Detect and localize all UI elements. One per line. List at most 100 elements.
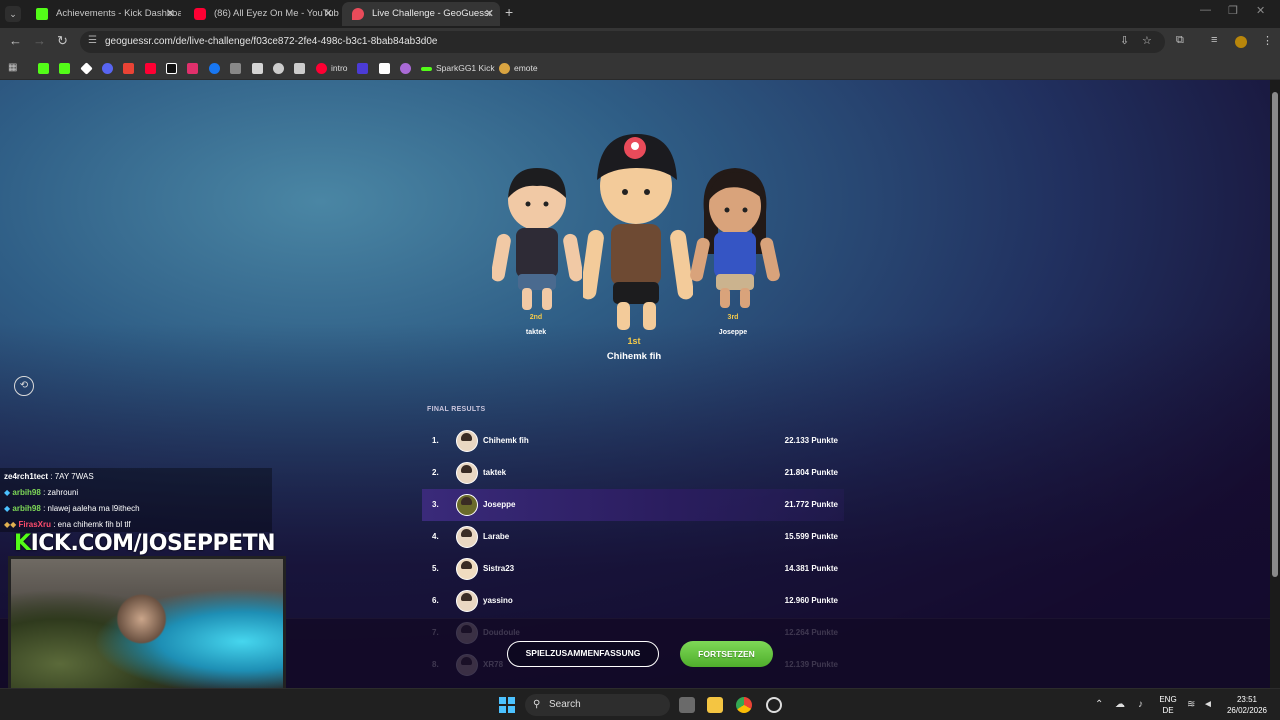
bookmark-item[interactable] — [252, 61, 267, 75]
bookmark-item[interactable] — [230, 61, 245, 75]
result-row-highlighted[interactable]: 3. Joseppe 21.772 Punkte — [422, 489, 844, 521]
second-rank: 2nd — [529, 314, 543, 321]
continue-button[interactable]: FORTSETZEN — [680, 641, 773, 667]
youtube-icon — [145, 63, 156, 75]
geoguessr-favicon-icon — [352, 8, 364, 20]
windows-start-icon[interactable] — [499, 697, 515, 713]
bookmark-item[interactable] — [357, 61, 372, 75]
tab-geoguessr[interactable]: Live Challenge - GeoGuessr ✕ — [342, 2, 500, 26]
site-info-icon[interactable]: ☰ — [88, 35, 97, 46]
bookmark-item[interactable] — [400, 61, 415, 75]
chrome-icon[interactable] — [736, 697, 752, 713]
result-row[interactable]: 2. taktek 21.804 Punkte — [422, 457, 844, 489]
language-top: ENG — [1159, 695, 1177, 704]
bookmark-item[interactable] — [80, 61, 96, 75]
player-avatar — [456, 654, 478, 676]
obs-icon[interactable] — [766, 697, 782, 713]
player-name: taktek — [483, 468, 507, 477]
bookmark-item[interactable] — [123, 61, 138, 75]
maximize-button[interactable]: ❐ — [1228, 4, 1238, 17]
player-points: 15.599 Punkte — [784, 532, 838, 541]
chat-text: : zahrouni — [40, 488, 79, 497]
bookmark-item[interactable] — [187, 61, 202, 75]
back-arrow-icon[interactable]: ← — [9, 33, 22, 48]
page-scrollbar[interactable] — [1270, 80, 1280, 688]
game-summary-button[interactable]: SPIELZUSAMMENFASSUNG — [507, 641, 659, 667]
player-name: yassino — [483, 596, 513, 605]
tab-youtube[interactable]: (86) All Eyez On Me - YouTube ✕ — [184, 2, 339, 26]
language-bottom: DE — [1162, 706, 1174, 715]
taskbar-search[interactable]: ⚲ Search — [525, 694, 670, 716]
bookmarks-bar: ▦ intro SparkGG1 Kick emote — [0, 56, 1280, 80]
bookmark-emote[interactable]: emote — [499, 61, 538, 75]
apps-grid-icon[interactable]: ▦ — [8, 61, 17, 75]
result-row[interactable]: 6. yassino 12.960 Punkte — [422, 585, 844, 617]
tray-overflow-icon[interactable]: ⌃ — [1095, 699, 1103, 710]
bookmark-item[interactable] — [145, 61, 160, 75]
close-tab-icon[interactable]: ✕ — [324, 2, 333, 26]
browser-toolbar: ← → ↻ ☰ geoguessr.com/de/live-challenge/… — [0, 28, 1280, 56]
chat-username: ze4rch1tect — [4, 472, 49, 481]
close-tab-icon[interactable]: ✕ — [485, 2, 494, 26]
search-placeholder: Search — [549, 699, 581, 710]
clock-date: 26/02/2026 — [1226, 706, 1268, 715]
bookmark-item[interactable] — [209, 61, 224, 75]
bookmark-item[interactable] — [166, 61, 181, 75]
bookmark-item[interactable] — [59, 61, 74, 75]
bookmark-item[interactable] — [38, 61, 53, 75]
kick-icon — [421, 66, 432, 71]
bookmark-label: emote — [514, 63, 538, 73]
file-explorer-icon[interactable] — [707, 697, 723, 713]
player-avatar — [456, 462, 478, 484]
volume-icon[interactable]: ◄ — [1203, 699, 1213, 710]
player-points: 14.381 Punkte — [784, 564, 838, 573]
new-tab-button[interactable]: + — [505, 4, 513, 20]
third-place-avatar — [690, 168, 780, 308]
more-menu-icon[interactable]: ⋮ — [1262, 34, 1273, 47]
task-view-icon[interactable] — [679, 697, 695, 713]
bookmark-item[interactable] — [294, 61, 309, 75]
cloud-icon[interactable]: ☁ — [1115, 699, 1125, 710]
reload-icon[interactable]: ↻ — [57, 33, 68, 49]
bookmark-star-icon[interactable]: ☆ — [1142, 34, 1152, 47]
chat-message: ◆ arbih98 : zahrouni — [4, 488, 78, 497]
result-row[interactable]: 5. Sistra23 14.381 Punkte — [422, 553, 844, 585]
result-row[interactable]: 1. Chihemk fih 22.133 Punkte — [422, 425, 844, 457]
profile-avatar[interactable] — [1235, 36, 1247, 48]
reaction-icon[interactable]: ⟲ — [14, 376, 34, 396]
clock[interactable]: 23:51 26/02/2026 — [1222, 694, 1272, 716]
bookmark-item[interactable] — [273, 61, 288, 75]
scrollbar-thumb[interactable] — [1272, 92, 1278, 577]
install-app-icon[interactable]: ⇩ — [1120, 34, 1129, 47]
minimize-button[interactable]: — — [1200, 4, 1211, 16]
language-indicator[interactable]: ENG DE — [1156, 694, 1180, 716]
forward-arrow-icon[interactable]: → — [33, 33, 46, 48]
result-row[interactable]: 4. Larabe 15.599 Punkte — [422, 521, 844, 553]
kick-channel-banner: KICK.COM/JOSEPPETN — [14, 531, 276, 556]
kick-icon — [38, 63, 49, 75]
address-bar[interactable]: ☰ geoguessr.com/de/live-challenge/f03ce8… — [80, 31, 1165, 53]
bookmark-sparkgg1-kick[interactable]: SparkGG1 Kick — [421, 61, 495, 75]
microphone-icon[interactable]: ♪ — [1138, 699, 1143, 710]
extensions-icon[interactable]: ⧉ — [1176, 34, 1184, 47]
tab-search-button[interactable]: ⌄ — [5, 6, 21, 22]
chat-message: ◆◆ FirasXru : ena chihemk fih bl tlf — [4, 520, 131, 529]
bookmark-label: SparkGG1 Kick — [436, 63, 495, 73]
reading-list-icon[interactable]: ≡ — [1211, 34, 1217, 46]
chat-username: FirasXru — [18, 520, 51, 529]
tab-kick-dashboard[interactable]: Achievements - Kick Dashboard ✕ — [26, 2, 181, 26]
row-position: 8. — [432, 660, 439, 669]
diamond-icon — [80, 62, 93, 75]
bookmark-intro[interactable]: intro — [316, 61, 348, 75]
close-window-button[interactable]: ✕ — [1256, 4, 1265, 17]
bookmark-item[interactable] — [102, 61, 117, 75]
row-position: 3. — [432, 500, 439, 509]
close-tab-icon[interactable]: ✕ — [166, 2, 175, 26]
url-text: geoguessr.com/de/live-challenge/f03ce872… — [105, 36, 438, 47]
facebook-icon — [209, 63, 220, 75]
third-rank: 3rd — [727, 314, 739, 321]
wifi-icon[interactable]: ≋ — [1187, 699, 1195, 710]
bookmark-item[interactable] — [379, 61, 394, 75]
streaming-icon — [400, 63, 411, 75]
final-results-title: FINAL RESULTS — [427, 406, 486, 413]
